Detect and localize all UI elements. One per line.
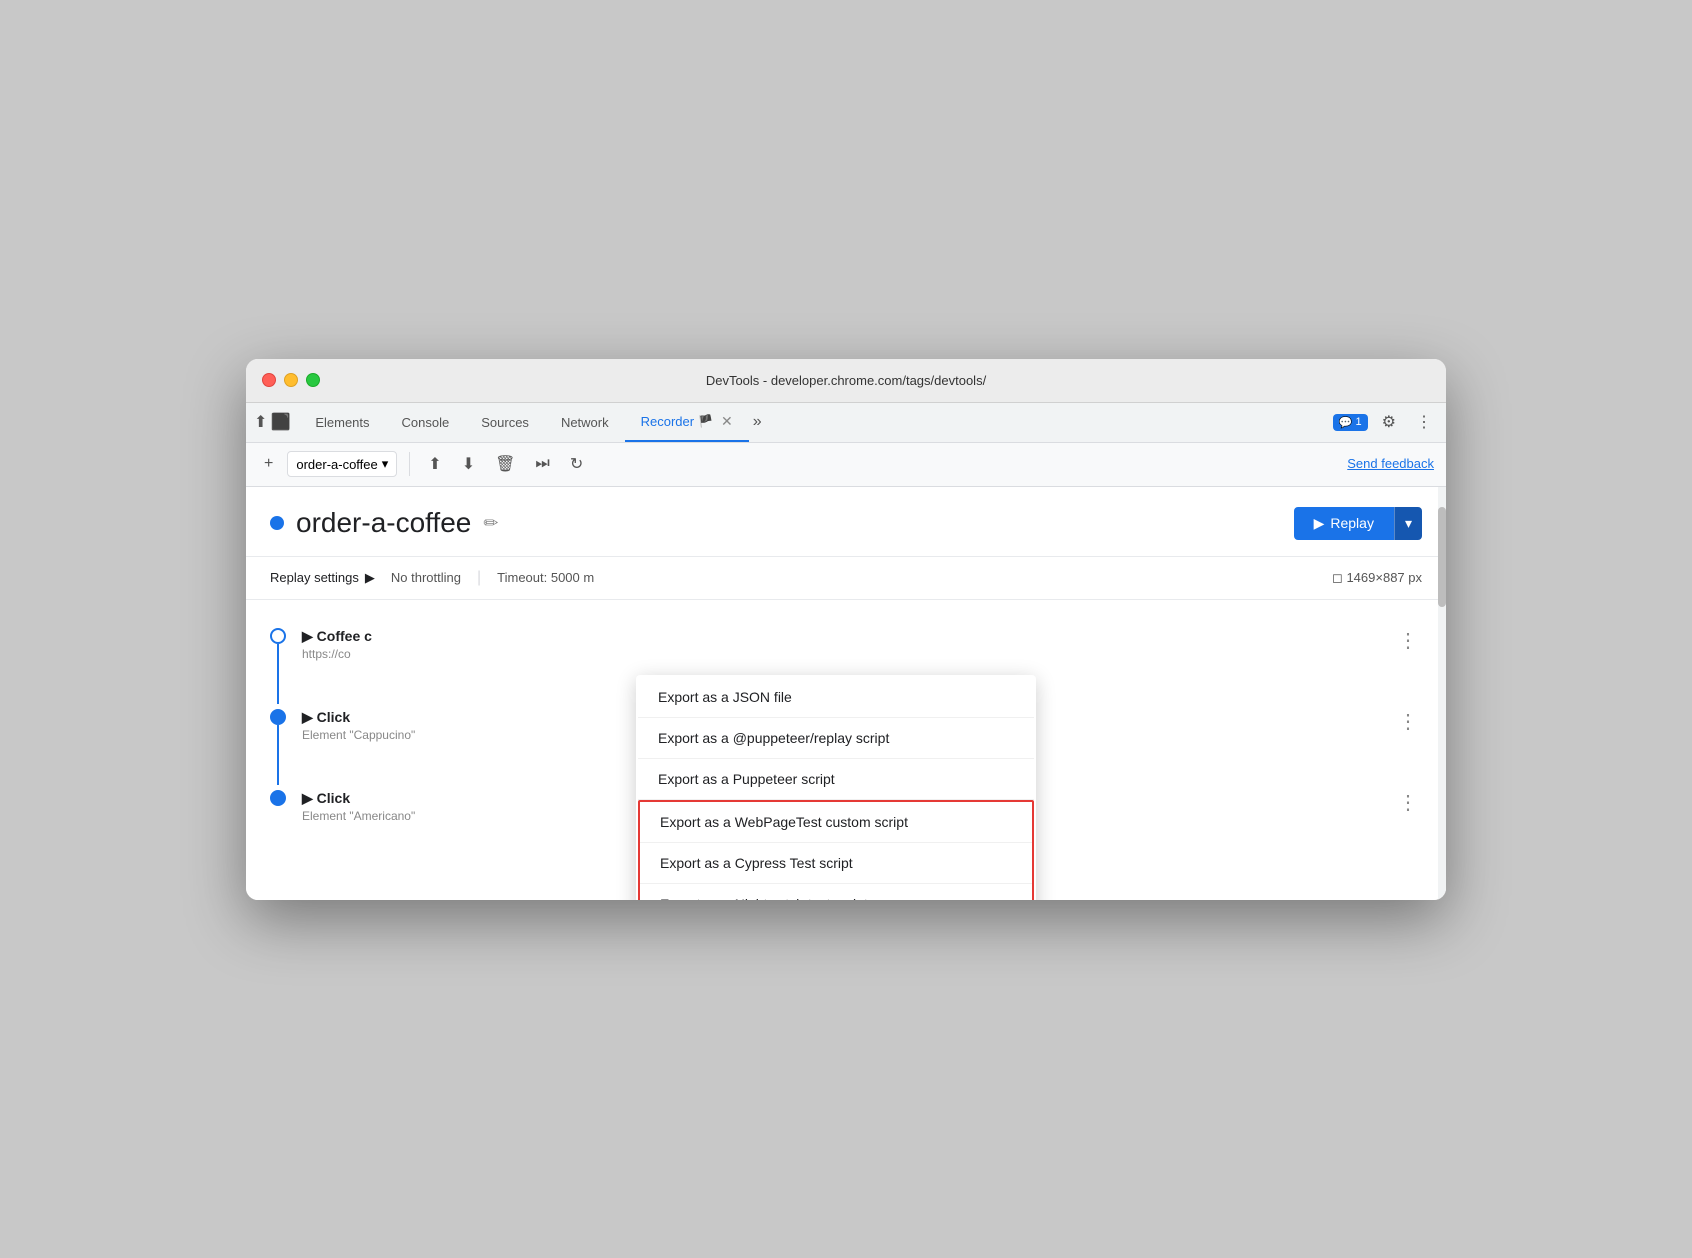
step-expand-icon[interactable]: ▶ [302, 709, 313, 725]
more-tabs-icon[interactable]: » [749, 409, 766, 435]
step-line [277, 725, 279, 785]
tab-recorder[interactable]: Recorder 🏴 ✕ [625, 402, 749, 442]
step-expand-icon[interactable]: ▶ [302, 790, 313, 806]
loop-button[interactable]: ↻ [564, 450, 589, 478]
step-timeline [270, 628, 286, 644]
tab-bar-right: 💬 1 ⚙ ⋮ [1333, 408, 1438, 436]
traffic-lights [262, 373, 320, 387]
step-circle-empty [270, 628, 286, 644]
step-timeline [270, 790, 286, 806]
chevron-down-icon: ▾ [1405, 515, 1412, 531]
recorder-icon: 🏴 [698, 414, 713, 428]
toolbar: + order-a-coffee ▾ ⬆ ⬇ 🗑 ⏭ ↻ Send feedba… [246, 443, 1446, 487]
tab-console[interactable]: Console [386, 402, 466, 442]
close-button[interactable] [262, 373, 276, 387]
step-forward-button[interactable]: ⏭ [529, 451, 555, 477]
step-line [277, 644, 279, 704]
add-recording-button[interactable]: + [258, 451, 279, 477]
chat-icon: 💬 [1339, 416, 1353, 429]
tab-network[interactable]: Network [545, 402, 625, 442]
download-icon: ⬇ [462, 454, 475, 474]
devtools-window: DevTools - developer.chrome.com/tags/dev… [246, 359, 1446, 900]
step-more-icon[interactable]: ⋮ [1394, 709, 1422, 734]
export-puppeteer-item[interactable]: Export as a Puppeteer script [638, 759, 1034, 800]
maximize-button[interactable] [306, 373, 320, 387]
step-title: ▶ Coffee c [302, 628, 1394, 645]
replay-button[interactable]: ▶ Replay [1294, 507, 1394, 540]
toolbar-separator [409, 452, 410, 476]
settings-icon[interactable]: ⚙ [1376, 408, 1402, 436]
recording-dot [270, 516, 284, 530]
tab-sources[interactable]: Sources [465, 402, 545, 442]
upload-icon: ⬆ [428, 454, 441, 474]
scrollbar-thumb[interactable] [1438, 507, 1446, 607]
title-bar: DevTools - developer.chrome.com/tags/dev… [246, 359, 1446, 403]
cursor-icon: ⬆ [254, 412, 267, 432]
minimize-button[interactable] [284, 373, 298, 387]
export-dropdown-menu: Export as a JSON file Export as a @puppe… [636, 675, 1036, 900]
settings-section: Replay settings ▶ No throttling | Timeou… [246, 557, 1446, 600]
recording-header: order-a-coffee ✏ ▶ Replay ▾ [246, 487, 1446, 557]
step-url: https://co [302, 647, 1394, 661]
edit-icon[interactable]: ✏ [483, 513, 498, 534]
play-icon: ▶ [1314, 515, 1325, 532]
timeout-value: Timeout: 5000 m [497, 570, 594, 585]
step-circle-filled [270, 790, 286, 806]
chevron-down-icon: ▾ [382, 456, 389, 472]
step-forward-icon: ⏭ [535, 455, 549, 473]
more-options-icon[interactable]: ⋮ [1410, 408, 1438, 436]
toolbar-right: Send feedback [1347, 455, 1434, 473]
recording-selector[interactable]: order-a-coffee ▾ [287, 451, 397, 477]
dimensions-value: ◻ 1469×887 px [1332, 570, 1422, 586]
tab-elements[interactable]: Elements [299, 402, 385, 442]
record-icon: ⬛ [271, 412, 291, 432]
step-item: ▶ Coffee c https://co ⋮ [246, 616, 1446, 673]
replay-button-group: ▶ Replay ▾ [1294, 507, 1422, 540]
tab-close-icon[interactable]: ✕ [721, 413, 733, 430]
export-webpagetest-item[interactable]: Export as a WebPageTest custom script [640, 802, 1032, 843]
replay-dropdown-button[interactable]: ▾ [1394, 507, 1422, 540]
export-puppeteer-replay-item[interactable]: Export as a @puppeteer/replay script [638, 718, 1034, 759]
import-button[interactable]: ⬇ [456, 450, 481, 478]
loop-icon: ↻ [570, 454, 583, 474]
export-nightwatch-item[interactable]: Export as a Nightwatch test script [640, 884, 1032, 900]
delete-button[interactable]: 🗑 [489, 450, 521, 478]
step-more-icon[interactable]: ⋮ [1394, 628, 1422, 653]
window-title: DevTools - developer.chrome.com/tags/dev… [706, 373, 986, 388]
tab-bar: ⬆ ⬛ Elements Console Sources Network Rec… [246, 403, 1446, 443]
export-button[interactable]: ⬆ [422, 450, 447, 478]
main-content: order-a-coffee ✏ ▶ Replay ▾ Replay setti… [246, 487, 1446, 900]
step-content: ▶ Coffee c https://co [302, 628, 1394, 661]
scrollbar[interactable] [1438, 487, 1446, 900]
replay-settings-label[interactable]: Replay settings ▶ [270, 570, 375, 586]
step-timeline [270, 709, 286, 725]
throttling-value: No throttling [391, 570, 461, 585]
settings-arrow-icon: ▶ [365, 570, 375, 586]
trash-icon: 🗑 [495, 454, 515, 474]
export-json-item[interactable]: Export as a JSON file [638, 677, 1034, 718]
step-more-icon[interactable]: ⋮ [1394, 790, 1422, 815]
export-plugins-group: Export as a WebPageTest custom script Ex… [638, 800, 1034, 900]
settings-separator: | [477, 569, 481, 587]
step-circle-filled [270, 709, 286, 725]
step-expand-icon[interactable]: ▶ [302, 628, 313, 644]
recording-title: order-a-coffee [296, 507, 471, 539]
notification-badge[interactable]: 💬 1 [1333, 414, 1368, 431]
send-feedback-button[interactable]: Send feedback [1347, 456, 1434, 471]
export-cypress-item[interactable]: Export as a Cypress Test script [640, 843, 1032, 884]
